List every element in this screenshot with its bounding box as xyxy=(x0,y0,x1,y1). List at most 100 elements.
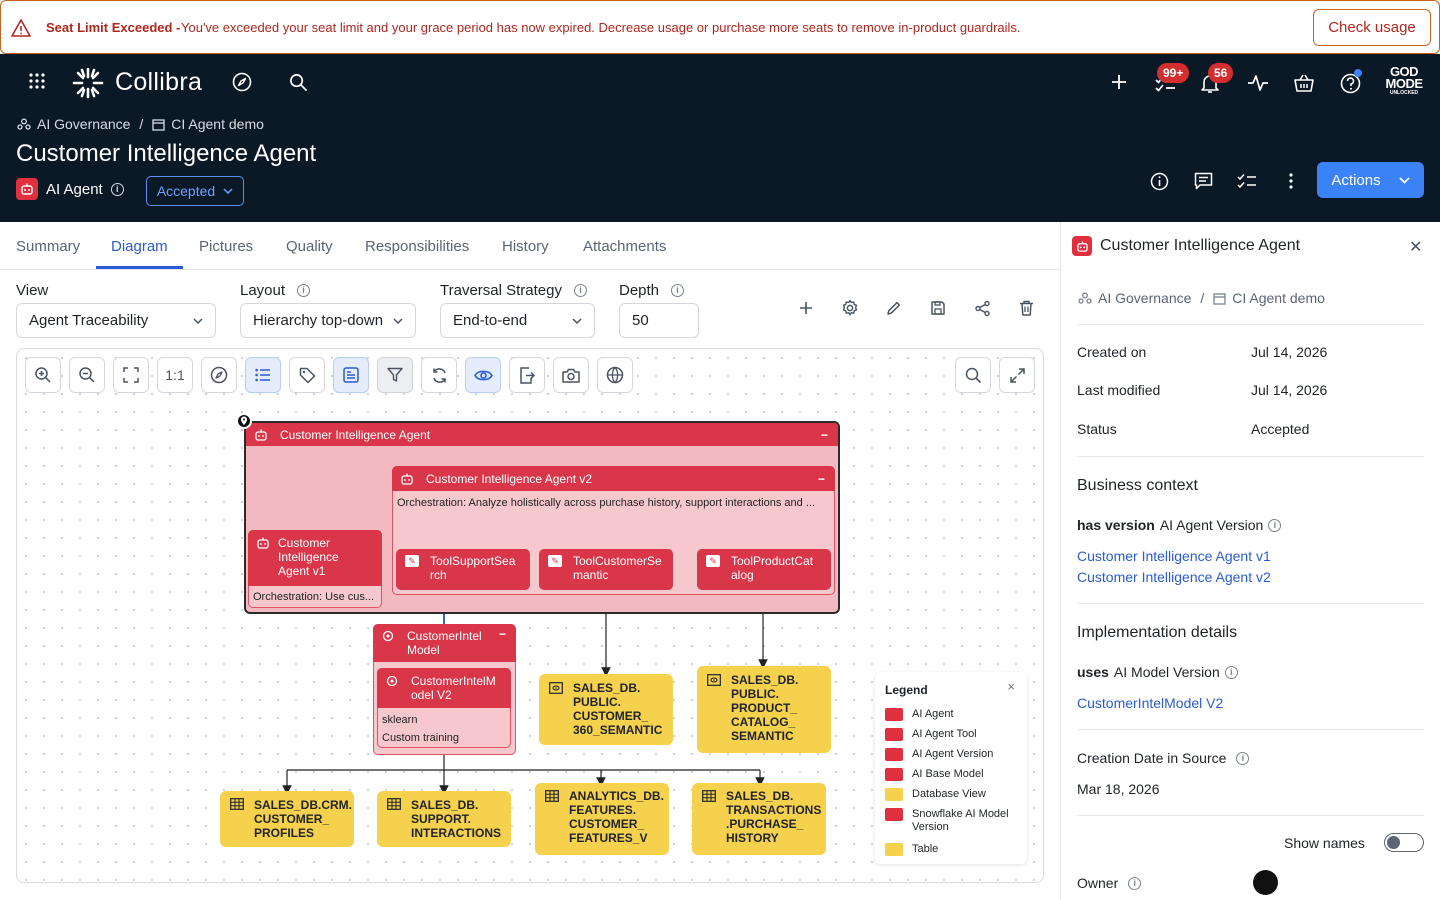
breadcrumb-community[interactable]: AI Governance xyxy=(37,116,130,132)
tab-diagram[interactable]: Diagram xyxy=(111,238,168,255)
visibility-eye-icon[interactable] xyxy=(465,357,501,393)
list-view-icon[interactable] xyxy=(245,357,281,393)
table-node[interactable]: SALES_DB.CRM. CUSTOMER_ PROFILES xyxy=(220,791,354,847)
view-label-text: View xyxy=(16,282,49,299)
compass-icon[interactable] xyxy=(231,71,253,93)
table3-line1: ANALYTICS_DB. xyxy=(569,789,664,803)
tab-attachments[interactable]: Attachments xyxy=(583,238,666,255)
panel-close-icon[interactable]: ✕ xyxy=(1409,237,1422,257)
basket-icon[interactable] xyxy=(1292,71,1316,95)
brand-name[interactable]: Collibra xyxy=(115,68,202,97)
database-view-node[interactable]: SALES_DB. PUBLIC. CUSTOMER_ 360_SEMANTIC xyxy=(539,674,673,745)
actual-size-button[interactable]: 1:1 xyxy=(157,357,193,393)
save-icon[interactable] xyxy=(926,296,950,320)
fit-screen-icon[interactable] xyxy=(113,357,149,393)
model-node-header[interactable]: CustomerIntel Model − xyxy=(373,624,516,662)
v1-node-header[interactable]: Customer Intelligence Agent v1 xyxy=(248,530,382,586)
collibra-logo-icon[interactable] xyxy=(71,66,105,100)
collapse-icon[interactable]: − xyxy=(821,428,828,442)
creation-date-info-icon[interactable]: i xyxy=(1236,751,1250,765)
legend-close-icon[interactable]: × xyxy=(1007,679,1015,694)
legend-item: AI Agent Version xyxy=(885,748,993,761)
snowflake-model-icon xyxy=(386,675,398,687)
god-mode-avatar[interactable]: GOD MODE UNLOCKED xyxy=(1384,65,1424,100)
search-icon[interactable] xyxy=(287,71,309,93)
tag-icon[interactable] xyxy=(289,357,325,393)
view1-line2: PUBLIC. xyxy=(573,695,621,709)
navigate-compass-icon[interactable] xyxy=(201,357,237,393)
canvas-search-icon[interactable] xyxy=(955,357,991,393)
version-link-v1[interactable]: Customer Intelligence Agent v1 xyxy=(1077,548,1271,564)
tool1-line1: ToolSupportSea xyxy=(430,554,516,568)
version-link-v2[interactable]: Customer Intelligence Agent v2 xyxy=(1077,569,1271,585)
traversal-select[interactable]: End-to-end xyxy=(440,303,595,338)
status-dropdown[interactable]: Accepted xyxy=(146,176,244,206)
chevron-down-icon xyxy=(393,317,403,324)
details-panel-icon[interactable] xyxy=(333,357,369,393)
panel-breadcrumb-domain[interactable]: CI Agent demo xyxy=(1232,290,1325,306)
checklist-icon[interactable] xyxy=(1236,170,1258,192)
edit-pencil-icon[interactable] xyxy=(882,296,906,320)
model-attr-sklearn: sklearn xyxy=(382,714,418,726)
plus-icon[interactable] xyxy=(1108,71,1130,93)
breadcrumb-domain[interactable]: CI Agent demo xyxy=(171,116,264,132)
add-icon[interactable] xyxy=(794,296,818,320)
tab-quality[interactable]: Quality xyxy=(286,238,333,255)
tool-support-search-node[interactable]: ✎ ToolSupportSea rch xyxy=(396,549,530,590)
globe-icon[interactable] xyxy=(597,357,633,393)
table-node[interactable]: ANALYTICS_DB. FEATURES. CUSTOMER_ FEATUR… xyxy=(535,783,669,855)
zoom-in-icon[interactable] xyxy=(25,357,61,393)
depth-label: Depth i xyxy=(619,282,685,299)
settings-gear-icon[interactable] xyxy=(838,296,862,320)
model-link[interactable]: CustomerIntelModel V2 xyxy=(1077,695,1223,711)
screenshot-camera-icon[interactable] xyxy=(553,357,589,393)
layout-info-icon[interactable]: i xyxy=(297,284,311,297)
panel-breadcrumb-community[interactable]: AI Governance xyxy=(1098,290,1191,306)
filter-icon[interactable] xyxy=(377,357,413,393)
table-swatch-icon xyxy=(885,843,903,856)
info-icon[interactable] xyxy=(1148,170,1170,192)
export-icon[interactable] xyxy=(509,357,545,393)
depth-input[interactable]: 50 xyxy=(619,303,699,338)
depth-info-icon[interactable]: i xyxy=(671,284,685,297)
traversal-info-icon[interactable]: i xyxy=(574,284,587,297)
layout-label: Layout i xyxy=(240,282,311,299)
share-icon[interactable] xyxy=(970,296,994,320)
refresh-icon[interactable] xyxy=(421,357,457,393)
database-view-node[interactable]: SALES_DB. PUBLIC. PRODUCT_ CATALOG_ SEMA… xyxy=(697,666,831,753)
comments-icon[interactable] xyxy=(1192,170,1214,192)
actions-button[interactable]: Actions xyxy=(1317,162,1424,198)
relation-info-icon[interactable]: i xyxy=(1268,518,1282,532)
delete-trash-icon[interactable] xyxy=(1014,296,1038,320)
tab-history[interactable]: History xyxy=(502,238,549,255)
owner-info-icon[interactable]: i xyxy=(1128,876,1142,890)
notifications-badge: 56 xyxy=(1208,63,1234,83)
owner-avatar[interactable] xyxy=(1253,870,1278,895)
layout-select[interactable]: Hierarchy top-down xyxy=(240,303,416,338)
tab-pictures[interactable]: Pictures xyxy=(199,238,253,255)
collapse-icon[interactable]: − xyxy=(818,472,825,486)
view-select[interactable]: Agent Traceability xyxy=(16,303,216,338)
activity-pulse-icon[interactable] xyxy=(1246,71,1270,95)
tab-summary[interactable]: Summary xyxy=(16,238,80,255)
asset-type-info-icon[interactable]: i xyxy=(110,182,124,196)
zoom-out-icon[interactable] xyxy=(69,357,105,393)
agent-node-header[interactable]: Customer Intelligence Agent − xyxy=(246,423,838,446)
check-usage-button[interactable]: Check usage xyxy=(1313,9,1431,46)
tool-product-catalog-node[interactable]: ✎ ToolProductCat alog xyxy=(697,549,831,590)
creation-date-value: Mar 18, 2026 xyxy=(1077,781,1160,797)
table-node[interactable]: SALES_DB. SUPPORT. INTERACTIONS xyxy=(377,791,511,847)
table-node[interactable]: SALES_DB. TRANSACTIONS .PURCHASE_ HISTOR… xyxy=(692,783,826,855)
model-v2-header[interactable]: CustomerIntelM odel V2 xyxy=(377,668,511,708)
app-grid-icon[interactable] xyxy=(27,71,47,91)
relation-info-icon[interactable]: i xyxy=(1224,665,1238,679)
v2-node-header[interactable]: Customer Intelligence Agent v2 − xyxy=(392,466,835,491)
tool-customer-semantic-node[interactable]: ✎ ToolCustomerSe mantic xyxy=(539,549,673,590)
show-names-toggle[interactable] xyxy=(1384,833,1424,852)
collapse-icon[interactable]: − xyxy=(499,627,506,641)
tab-responsibilities[interactable]: Responsibilities xyxy=(365,238,469,255)
view2-line3: PRODUCT_ xyxy=(731,701,798,715)
more-vertical-icon[interactable] xyxy=(1280,170,1302,192)
pin-marker-icon[interactable] xyxy=(236,413,252,429)
fullscreen-expand-icon[interactable] xyxy=(999,357,1035,393)
